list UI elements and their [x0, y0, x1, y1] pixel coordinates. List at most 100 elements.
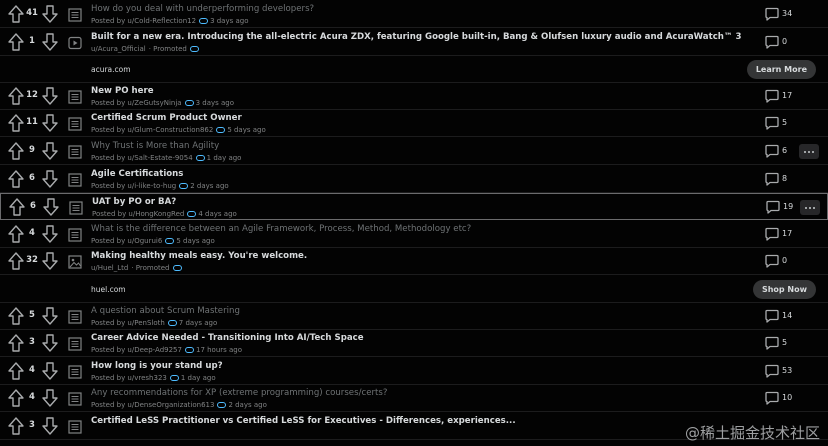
post-row[interactable]: 1 Built for a new era. Introducing the al… [0, 29, 828, 56]
comments-button[interactable]: 5 [765, 116, 801, 131]
post-meta: Posted by u/DenseOrganization613 2 days a… [91, 401, 267, 409]
message-icon [195, 155, 205, 161]
post-row[interactable]: 32 Making healthy meals easy. You're welc… [0, 248, 828, 276]
post-author[interactable]: Posted by u/HongKongRed [92, 210, 184, 218]
downvote-icon[interactable] [42, 252, 58, 271]
comment-count: 5 [782, 118, 788, 128]
dot [804, 151, 806, 153]
post-title[interactable]: Agile Certifications [91, 169, 741, 179]
message-icon [184, 347, 194, 354]
post-author[interactable]: Posted by u/Deep-Ad9257 [91, 346, 182, 354]
vote-score: 12 [26, 89, 38, 100]
ad-domain[interactable]: acura.com [91, 65, 131, 74]
post-row[interactable]: 3 Career Advice Needed - Transitioning In… [0, 330, 828, 358]
post-row[interactable]: 4 Any recommendations for XP (extreme pro… [0, 385, 828, 413]
post-title[interactable]: Certified LeSS Practitioner vs Certified… [91, 416, 741, 426]
post-title[interactable]: Making healthy meals easy. You're welcom… [91, 251, 741, 261]
post-meta: Posted by u/HongKongRed 4 days ago [92, 210, 237, 218]
post-author[interactable]: Posted by u/Salt-Estate-9054 [91, 154, 193, 162]
post-author[interactable]: Posted by u/PenSloth [91, 319, 165, 327]
post-time: 5 days ago [176, 236, 215, 245]
comments-button[interactable]: 53 [765, 364, 801, 378]
post-author[interactable]: u/Huel_Ltd [91, 264, 128, 272]
post-meta: Posted by u/Salt-Estate-9054 1 day ago [91, 154, 241, 162]
post-author[interactable]: Posted by u/vresh323 [91, 374, 167, 382]
ad-domain[interactable]: huel.com [91, 285, 126, 294]
post-meta: Posted by u/Cold-Reflection12 3 days ago [91, 17, 249, 25]
message-icon [199, 18, 209, 24]
more-options-icon[interactable] [800, 200, 820, 216]
downvote-icon[interactable] [42, 32, 58, 51]
downvote-icon[interactable] [42, 5, 58, 23]
downvote-icon[interactable] [42, 389, 58, 408]
post-time: 17 hours ago [195, 346, 243, 355]
post-row[interactable]: 6 Agile Certifications Posted by u/i-like-… [0, 166, 828, 193]
downvote-icon[interactable] [42, 87, 58, 105]
post-title[interactable]: What is the difference between an Agile … [91, 224, 741, 234]
post-author[interactable]: Posted by u/Cold-Reflection12 [91, 17, 196, 25]
comment-count: 17 [782, 90, 793, 100]
post-author[interactable]: Posted by u/i-like-to-hug [91, 182, 176, 190]
comments-button[interactable]: 0 [765, 35, 801, 49]
comments-button[interactable]: 6 [765, 144, 801, 158]
comments-button[interactable]: 5 [765, 336, 801, 350]
message-icon [189, 45, 199, 52]
post-title[interactable]: Career Advice Needed - Transitioning Int… [91, 333, 741, 343]
text-post-icon [68, 7, 82, 22]
comments-button[interactable]: 17 [765, 89, 801, 103]
comment-count: 10 [782, 393, 793, 403]
comments-button[interactable]: 10 [765, 391, 801, 406]
post-meta: u/Acura_Official · Promoted [91, 45, 201, 53]
vote-controls: 32 [0, 248, 64, 275]
post-title[interactable]: A question about Scrum Mastering [91, 306, 741, 316]
ad-cta-button[interactable]: Learn More [746, 60, 816, 80]
downvote-icon[interactable] [42, 306, 58, 325]
post-author[interactable]: u/Acura_Official [91, 45, 146, 53]
post-author[interactable]: Posted by u/Ogurui6 [91, 237, 162, 245]
post-title[interactable]: Certified Scrum Product Owner [91, 113, 741, 123]
downvote-icon[interactable] [43, 198, 59, 216]
post-author[interactable]: Posted by u/Glum-Construction862 [91, 126, 213, 134]
downvote-icon[interactable] [42, 417, 58, 435]
post-title[interactable]: Any recommendations for XP (extreme prog… [91, 388, 741, 398]
post-row[interactable]: 6 UAT by PO or BA? Posted by u/HongKongRed… [0, 193, 828, 221]
more-options-icon[interactable] [799, 144, 819, 159]
comments-button[interactable]: 8 [765, 172, 801, 186]
downvote-icon[interactable] [42, 142, 58, 160]
text-post-icon [68, 336, 82, 351]
post-row[interactable]: 5 A question about Scrum Mastering Posted … [0, 303, 828, 330]
post-row[interactable]: 4 How long is your stand up? Posted by u/v… [0, 358, 828, 385]
post-title[interactable]: Why Trust is More than Agility [91, 141, 741, 151]
ad-cta-button[interactable]: Shop Now [752, 280, 816, 299]
downvote-icon[interactable] [42, 114, 58, 133]
comments-button[interactable]: 17 [765, 227, 801, 241]
downvote-icon[interactable] [42, 169, 58, 188]
comment-count: 19 [783, 202, 794, 212]
comments-button[interactable]: 0 [765, 254, 801, 269]
post-meta: Posted by u/vresh323 1 day ago [91, 374, 216, 382]
vote-controls: 9 [0, 138, 64, 165]
post-row[interactable]: 4 What is the difference between an Agile… [0, 221, 828, 248]
post-author[interactable]: Posted by u/ZeGutsyNinja [91, 99, 182, 107]
downvote-icon[interactable] [42, 334, 58, 352]
post-author[interactable]: Posted by u/DenseOrganization613 [91, 401, 214, 409]
post-row[interactable]: 11 Certified Scrum Product Owner Posted by… [0, 110, 828, 138]
post-title[interactable]: New PO here [91, 86, 741, 96]
post-title[interactable]: Built for a new era. Introducing the all… [91, 32, 741, 42]
comments-button[interactable]: 19 [766, 200, 802, 214]
text-post-icon [68, 227, 82, 242]
post-row[interactable]: 12 New PO here Posted by u/ZeGutsyNinja 3 d… [0, 83, 828, 110]
post-title[interactable]: UAT by PO or BA? [92, 197, 742, 207]
comments-button[interactable]: 14 [765, 309, 801, 323]
post-row[interactable]: 41 How do you deal with underperforming d… [0, 1, 828, 28]
downvote-icon[interactable] [42, 225, 58, 243]
vote-controls: 12 [0, 83, 64, 110]
text-post-icon [68, 391, 82, 406]
comments-button[interactable]: 34 [765, 7, 801, 21]
vote-controls: 3 [0, 413, 64, 440]
post-title[interactable]: How do you deal with underperforming dev… [91, 4, 741, 14]
post-title[interactable]: How long is your stand up? [91, 361, 741, 371]
downvote-icon[interactable] [42, 362, 58, 380]
vote-score: 3 [29, 337, 35, 348]
post-row[interactable]: 9 Why Trust is More than Agility Posted by… [0, 138, 828, 165]
